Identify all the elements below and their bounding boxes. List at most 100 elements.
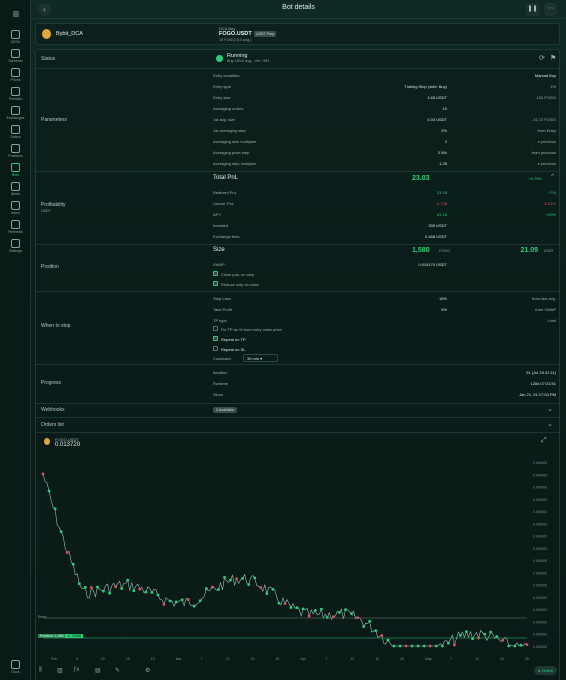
trade-marker — [253, 576, 257, 580]
profit-unit: USDT — [41, 209, 51, 213]
divider — [36, 403, 559, 404]
checkbox-icon — [213, 281, 218, 287]
x-tick-label: 13 — [226, 657, 230, 661]
checkbox-icon — [213, 326, 218, 332]
total-pnl-label: Total PnL — [213, 175, 239, 181]
x-tick-label: 19 — [251, 657, 255, 661]
candles-icon[interactable]: ⫼ — [39, 667, 42, 674]
settings-icon — [11, 239, 20, 248]
trade-marker — [283, 602, 287, 606]
refresh-icon[interactable]: ⟳ — [539, 54, 545, 62]
trade-marker — [440, 644, 444, 648]
indicators-icon[interactable]: ƒx — [73, 667, 79, 673]
fix-tp[interactable]: Fix TP as % from entry order price — [213, 324, 556, 334]
trade-marker — [59, 530, 63, 534]
y-tick-label: 0.026000 — [533, 584, 547, 588]
trade-marker — [83, 585, 87, 589]
trade-marker — [120, 587, 124, 590]
sidebar-item-positions[interactable]: Positions — [0, 144, 31, 164]
docs-icon — [11, 660, 20, 669]
y-tick-label: 0.044000 — [533, 473, 547, 477]
divider — [36, 171, 559, 172]
y-tick-label: 0.032000 — [533, 547, 547, 551]
x-tick-label: 7 — [325, 657, 327, 661]
sidebar-item-inbox[interactable]: Inbox — [0, 201, 31, 221]
sidebar-item-exchanges[interactable]: Exchanges — [0, 106, 31, 126]
bars-icon[interactable]: ▥ — [57, 667, 63, 674]
position-label: Position — [41, 264, 59, 270]
y-tick-label: 0.030000 — [533, 559, 547, 563]
pair-sub: 10 FOGO (10 avg.) — [219, 38, 252, 42]
trade-marker — [489, 630, 493, 634]
sidebar-item-screener[interactable]: Screener — [0, 49, 31, 69]
trade-marker — [495, 635, 499, 638]
exchanges-icon — [11, 106, 20, 115]
inbox-icon — [11, 201, 20, 210]
trade-marker — [374, 629, 378, 633]
sidebar-item-alerts[interactable]: Alerts — [0, 182, 31, 202]
divider — [36, 417, 559, 418]
trade-marker — [307, 614, 311, 618]
trade-marker — [156, 593, 160, 597]
trade-marker — [108, 591, 111, 595]
flag-icon[interactable]: ⚑ — [550, 54, 556, 62]
sidebar-item-orders[interactable]: Orders — [0, 125, 31, 145]
trade-marker — [289, 606, 293, 609]
bybit-logo-icon — [42, 29, 51, 39]
when-to-stop-label: When to stop — [41, 323, 71, 329]
trade-marker — [325, 616, 329, 619]
trade-marker — [41, 472, 45, 476]
vwap-row: VWAP 0.014170 USDT — [213, 262, 447, 267]
parameters-label: Parameters — [41, 117, 67, 123]
sidebar-item-bots[interactable]: Bots — [0, 163, 31, 183]
play-icon[interactable] — [216, 55, 223, 62]
screener-icon — [11, 49, 20, 58]
trade-marker — [428, 644, 432, 648]
param-row: 1st avg. size 0.33 USDT 24.72 FOGO — [213, 117, 556, 122]
cooldown-row: Cooldown 30 min ▾ — [213, 353, 556, 363]
settings-icon[interactable]: ⚙ — [145, 667, 150, 674]
layout-icon[interactable]: ▤ — [95, 667, 101, 674]
sidebar-item-prices[interactable]: Prices — [0, 68, 31, 88]
menu-icon[interactable]: ≡ — [9, 8, 23, 20]
trade-marker — [65, 551, 69, 554]
chevron-down-icon[interactable]: ⌄ — [547, 405, 553, 413]
top-bar: ‹ Bot details ❚❚ ⋯ — [31, 0, 566, 19]
sidebar-item-docs[interactable]: Docs — [0, 660, 31, 680]
x-tick-label: Mar — [176, 657, 183, 661]
position-size: 1,580 — [412, 247, 430, 254]
chevron-down-icon[interactable]: ⌄ — [547, 420, 553, 428]
divider — [36, 364, 559, 365]
trade-marker — [519, 643, 523, 647]
price-chart[interactable]: FOGO.USDT 0.013720 ⤢ 0.046000 0.044000 0.0… — [35, 434, 560, 664]
trade-marker — [96, 585, 99, 589]
trade-marker — [229, 578, 232, 582]
param-row: Entry type Trailing Stop (side: Buy) 1% — [213, 84, 556, 89]
trade-marker — [446, 641, 450, 645]
close-on-stop[interactable]: Close pos. on stop — [213, 269, 556, 279]
trade-marker — [392, 644, 396, 648]
trade-marker — [247, 583, 251, 586]
trade-marker — [217, 588, 220, 591]
trade-marker — [501, 638, 505, 642]
trade-marker — [174, 600, 178, 604]
repeat-tp[interactable]: Repeat on TP — [213, 334, 556, 344]
x-tick-label: 25 — [525, 657, 529, 661]
sidebar: ≡ DEXs Screener Prices Portfolio Exchang… — [0, 0, 31, 680]
chart-toolbar: ⫼ ▥ ƒx ▤ ✎ ⚙ ● Online — [35, 664, 560, 678]
sidebar-item-settings[interactable]: Settings — [0, 239, 31, 259]
reduce-only[interactable]: Reduce only on close — [213, 279, 556, 289]
more-button[interactable]: ⋯ — [544, 3, 557, 16]
trade-marker — [368, 619, 372, 623]
sidebar-item-portfolio[interactable]: Portfolio — [0, 87, 31, 107]
sidebar-item-referrals[interactable]: Referrals — [0, 220, 31, 240]
pause-button[interactable]: ❚❚ — [526, 3, 539, 16]
divider — [36, 291, 559, 292]
divider — [36, 68, 559, 69]
trade-marker — [295, 606, 299, 610]
chevron-up-icon[interactable]: ^ — [551, 174, 554, 180]
sidebar-item-dexs[interactable]: DEXs — [0, 30, 31, 50]
cooldown-select[interactable]: 30 min ▾ — [243, 354, 278, 362]
draw-icon[interactable]: ✎ — [115, 667, 120, 674]
x-tick-label: 19 — [375, 657, 379, 661]
